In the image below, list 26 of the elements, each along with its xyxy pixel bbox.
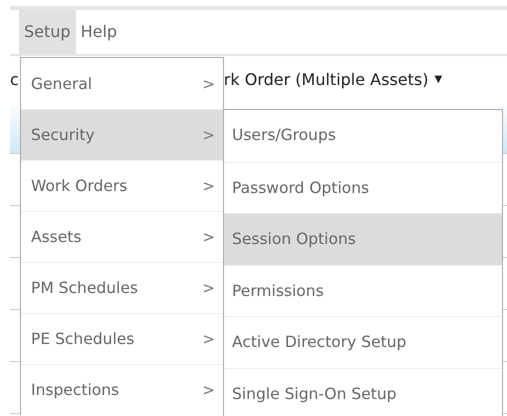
menu-bar-item[interactable]: Setup (19, 10, 76, 54)
menu-item-label: Work Orders (31, 177, 128, 195)
chevron-icon: > (202, 74, 215, 92)
chevron-icon: > (202, 279, 215, 297)
menu-item[interactable]: Security > (21, 109, 223, 160)
dropdown-value[interactable]: rk Order (Multiple Assets) (224, 70, 428, 88)
label-text: c (10, 70, 19, 88)
menu-item-label: General (31, 74, 92, 92)
chevron-icon: > (202, 126, 215, 144)
menu-item-label: Inspections (31, 381, 120, 399)
chevron-icon: > (202, 177, 215, 195)
menu-item-label: Assets (31, 228, 82, 246)
submenu-item[interactable]: Users/Groups (224, 110, 502, 162)
menu-item-label: Security (31, 126, 95, 144)
submenu-item[interactable]: Active Directory Setup (224, 316, 502, 368)
submenu-item[interactable]: Permissions (224, 264, 502, 316)
chevron-icon: > (202, 381, 215, 399)
menu-item[interactable]: General > (21, 58, 223, 109)
caret-icon[interactable]: ▼ (434, 74, 442, 84)
menu-bar-item[interactable]: Help (76, 10, 122, 54)
menu-item-label: PE Schedules (31, 330, 134, 348)
chevron-icon: > (202, 330, 215, 348)
submenu-item[interactable]: Session Options (224, 213, 502, 264)
menu-item-label: PM Schedules (31, 279, 138, 297)
submenu-item[interactable]: Single Sign-On Setup (224, 368, 502, 416)
chevron-icon: > (202, 228, 215, 246)
